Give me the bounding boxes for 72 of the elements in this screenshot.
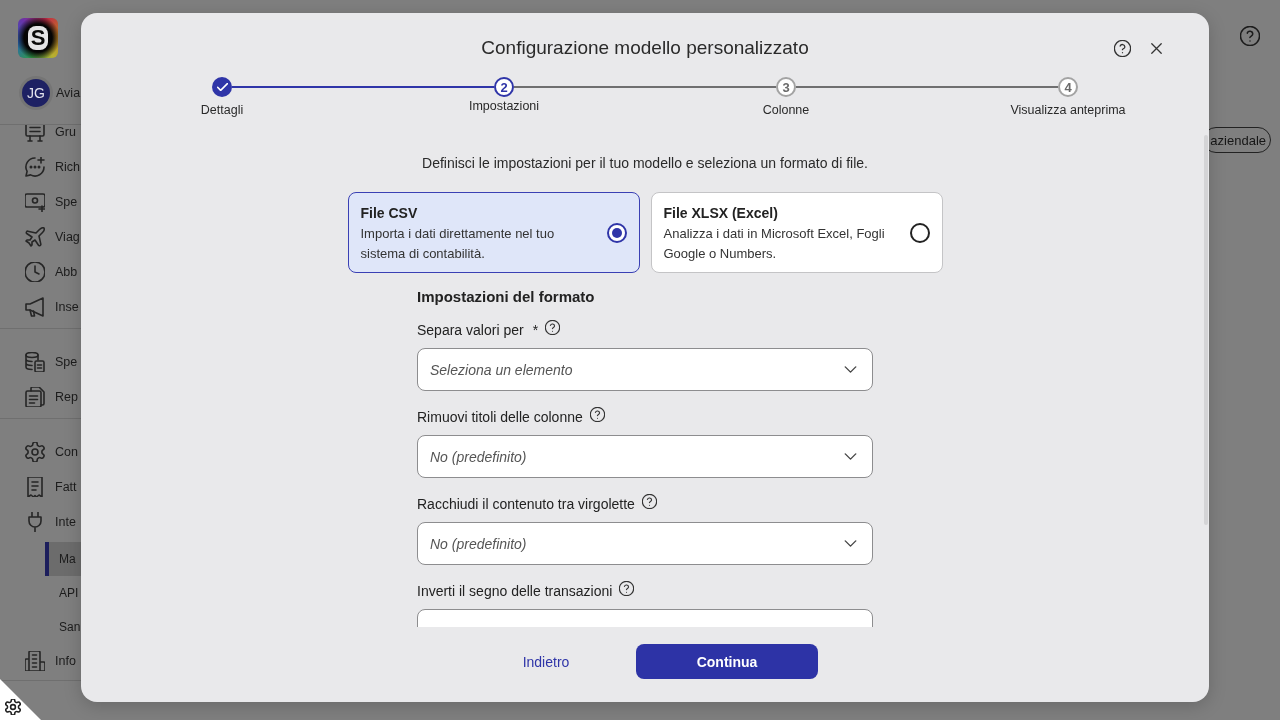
account-name: Avia [56, 86, 81, 100]
field-label: Inverti il segno delle transazioni [417, 582, 613, 601]
dialog-title: Configurazione modello personalizzato [481, 36, 809, 60]
chevron-down-icon [844, 366, 857, 373]
radio-button[interactable] [909, 222, 930, 243]
building-icon [25, 651, 45, 671]
sidebar-item[interactable]: Con [0, 434, 81, 470]
sidebar-item[interactable]: Info [0, 643, 81, 679]
avatar[interactable]: JG [22, 79, 50, 107]
intro-text: Definisci le impostazioni per il tuo modello e seleziona un formato di file. [421, 154, 869, 173]
step-label: Colonne [762, 102, 810, 118]
sidebar-item[interactable]: Spe [0, 344, 81, 380]
help-icon[interactable] [641, 493, 657, 509]
app-logo[interactable]: S [18, 18, 58, 58]
help-icon[interactable] [619, 580, 635, 596]
section-title: Impostazioni del formato [417, 287, 596, 307]
select-field[interactable]: Seleziona un elemento [417, 348, 873, 391]
option-title: File XLSX (Excel) [663, 204, 779, 222]
chevron-down-icon [844, 453, 857, 460]
scrollbar-thumb[interactable] [1204, 135, 1208, 525]
sidebar-subitem[interactable]: San [45, 609, 81, 644]
chat-plus-icon [25, 157, 45, 177]
check-icon [216, 83, 228, 91]
sidebar-item[interactable]: Spe [0, 184, 81, 220]
sidebar-subitem[interactable]: API [45, 575, 81, 610]
megaphone-icon [25, 297, 45, 317]
clock-icon [25, 262, 45, 282]
sidebar-subitem[interactable]: Ma [45, 541, 81, 576]
required-mark: * [532, 321, 539, 340]
sidebar-item[interactable]: Rich [0, 149, 81, 185]
help-icon[interactable] [545, 319, 561, 335]
sidebar-item[interactable]: Inse [0, 289, 81, 325]
step-indicator: 4 [1058, 77, 1078, 97]
back-button[interactable]: Indietro [455, 644, 637, 679]
help-icon[interactable] [589, 406, 605, 422]
option-description: Analizza i dati in Microsoft Excel, Fogli Google o Numbers. [663, 225, 886, 263]
field-label: Racchiudi il contenuto tra virgolette [417, 495, 635, 514]
banknote-plus-icon [25, 192, 45, 212]
plug-icon [25, 512, 45, 532]
coin-stack-icon [25, 352, 45, 372]
format-option-card[interactable]: File XLSX (Excel) Analizza i dati in Microsoft Excel, Fogli Google o Numbers. [650, 192, 943, 273]
step-label: Dettagli [200, 102, 244, 118]
field-label: Rimuovi titoli delle colonne [417, 408, 583, 427]
help-icon[interactable] [1240, 26, 1260, 46]
close-icon[interactable] [1151, 42, 1162, 54]
help-icon[interactable] [1114, 39, 1131, 57]
select-field[interactable]: No (predefinito) [417, 522, 873, 565]
board-icon [25, 125, 45, 142]
field-label: Separa valori per [417, 321, 524, 340]
step-indicator: 3 [776, 77, 796, 97]
continue-button[interactable]: Continua [636, 644, 818, 679]
option-title: File CSV [360, 204, 419, 222]
gear-icon [5, 699, 21, 715]
sidebar-item[interactable]: Fatt [0, 469, 81, 505]
radio-button[interactable] [606, 222, 627, 243]
settings-corner-button[interactable] [0, 679, 41, 720]
sidebar-item[interactable]: Inte [0, 504, 81, 540]
airplane-icon [25, 227, 45, 247]
select-field[interactable]: No (predefinito) [417, 435, 873, 478]
chevron-down-icon [844, 540, 857, 547]
gear-icon [25, 442, 45, 462]
receipt-icon [25, 477, 45, 497]
sidebar-item[interactable]: Gru [0, 125, 81, 150]
format-option-card[interactable]: File CSV Importa i dati direttamente nel tuo sistema di contabilità. [347, 192, 640, 273]
sidebar-item[interactable]: Abb [0, 254, 81, 290]
sidebar-item[interactable]: Rep [0, 379, 81, 415]
step-label: Visualizza anteprima [1010, 102, 1126, 118]
documents-icon [25, 387, 45, 407]
sidebar-item[interactable]: Viag [0, 219, 81, 255]
step-label: Impostazioni [468, 98, 540, 114]
option-description: Importa i dati direttamente nel tuo sistema di contabilità. [360, 225, 556, 263]
step-indicator: 2 [494, 77, 514, 97]
